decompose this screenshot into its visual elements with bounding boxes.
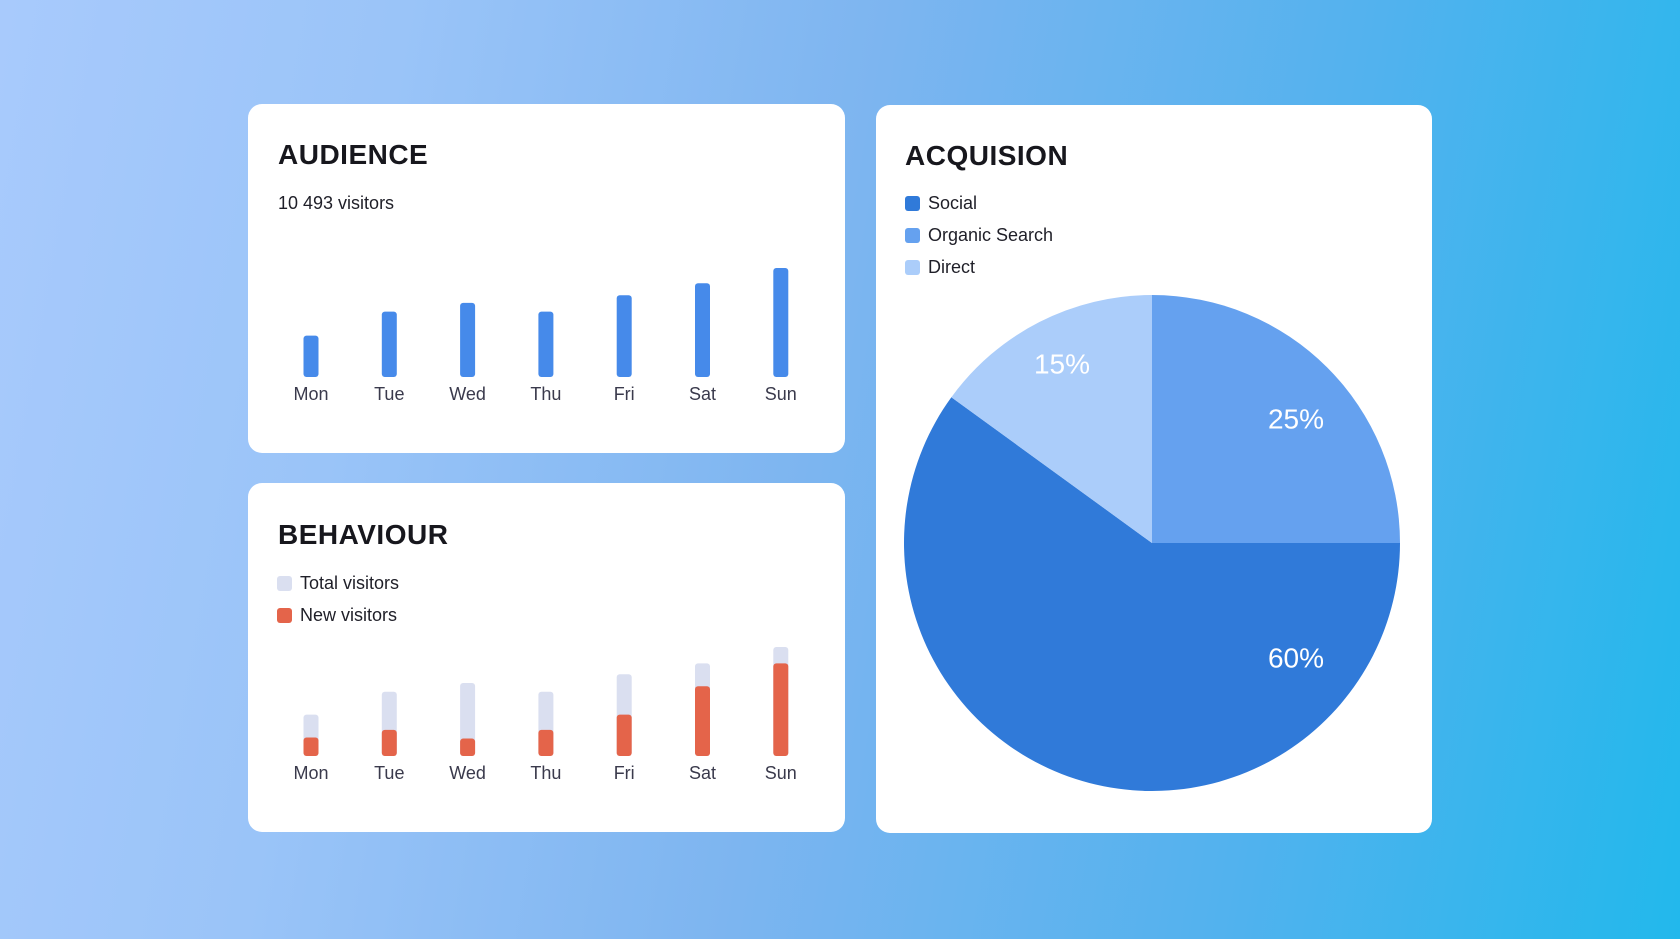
audience-bar-chart: Mon Tue Wed Thu Fri Sat Sun — [293, 268, 797, 404]
behaviour-bar-new-visitors-mon — [303, 737, 319, 756]
behaviour-bar-chart: Mon Tue Wed Thu Fri Sat Sun — [293, 647, 797, 783]
audience-bar-thu — [538, 311, 554, 377]
behaviour-tick-sun: Sun — [765, 763, 797, 783]
behaviour-tick-sat: Sat — [689, 763, 716, 783]
behaviour-tick-mon: Mon — [293, 763, 328, 783]
acquisition-card: ACQUISION Social Organic Search Direct 2… — [876, 105, 1432, 833]
audience-bar-sat — [695, 283, 710, 377]
behaviour-tick-wed: Wed — [449, 763, 486, 783]
behaviour-card: BEHAVIOUR Total visitors New visitors Mo… — [248, 483, 845, 832]
audience-tick-wed: Wed — [449, 384, 486, 404]
audience-tick-tue: Tue — [374, 384, 404, 404]
behaviour-bar-new-visitors-sat — [695, 686, 710, 756]
behaviour-bar-new-visitors-thu — [538, 729, 554, 756]
audience-bar-tue — [381, 311, 397, 377]
behaviour-bar-new-visitors-wed — [460, 738, 476, 756]
audience-tick-fri: Fri — [614, 384, 635, 404]
behaviour-bar-new-visitors-fri — [616, 714, 632, 756]
audience-tick-thu: Thu — [530, 384, 561, 404]
behaviour-bar-new-visitors-tue — [381, 729, 397, 756]
audience-tick-mon: Mon — [293, 384, 328, 404]
behaviour-bar-new-visitors-sun — [773, 663, 789, 756]
pie-label-direct: 15% — [1034, 349, 1090, 380]
pie-label-social: 60% — [1268, 643, 1324, 674]
behaviour-tick-tue: Tue — [374, 763, 404, 783]
behaviour-tick-fri: Fri — [614, 763, 635, 783]
audience-bar-mon — [303, 335, 319, 377]
audience-card: AUDIENCE 10 493 visitors Mon Tue Wed Thu Fri… — [248, 104, 845, 453]
pie-label-organic-search: 25% — [1268, 404, 1324, 435]
audience-tick-sat: Sat — [689, 384, 716, 404]
acquisition-pie-chart: 25% 60% 15% — [903, 295, 1400, 791]
audience-tick-sun: Sun — [765, 384, 797, 404]
audience-bar-sun — [773, 268, 789, 377]
audience-bar-wed — [460, 302, 476, 377]
behaviour-tick-thu: Thu — [530, 763, 561, 783]
audience-bar-fri — [616, 295, 632, 377]
